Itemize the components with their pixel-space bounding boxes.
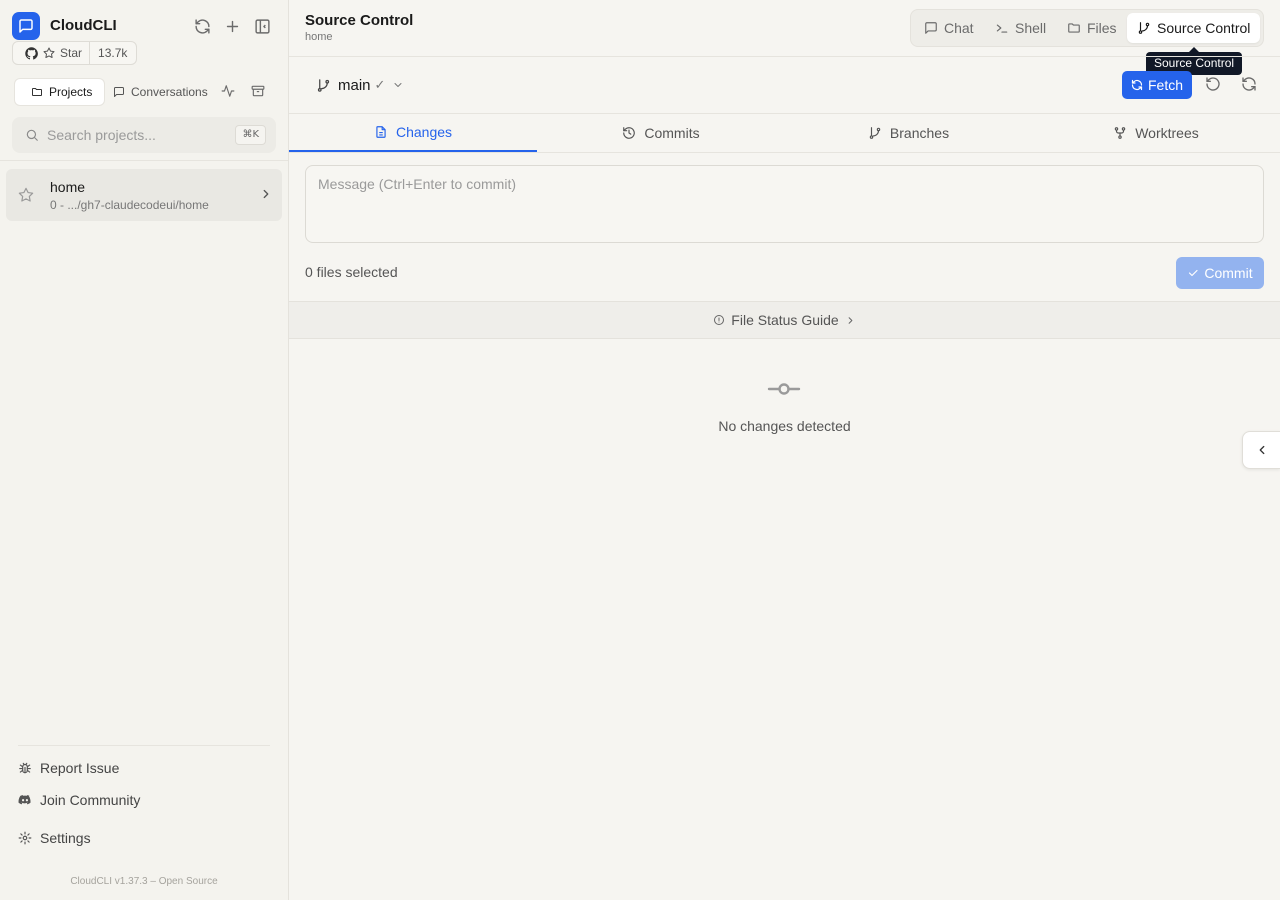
tab-commits-label: Commits <box>644 125 700 141</box>
expand-panel-button[interactable] <box>1242 431 1280 469</box>
github-star-button[interactable]: Star 13.7k <box>12 41 137 65</box>
sidebar: CloudCLI Star 13.7k Projects Conversatio… <box>0 0 289 900</box>
fetch-label: Fetch <box>1147 77 1183 93</box>
star-label: Star <box>60 46 83 60</box>
check-icon <box>1187 267 1199 279</box>
undo-icon[interactable] <box>1205 76 1223 94</box>
tab-chat[interactable]: Chat <box>914 13 984 43</box>
file-icon <box>374 125 388 139</box>
git-branch-icon <box>316 78 331 93</box>
tab-source-control[interactable]: Source Control <box>1127 13 1261 43</box>
git-commit-icon <box>767 381 801 397</box>
git-fork-icon <box>1113 126 1127 140</box>
sidebar-tabs: Projects Conversations <box>12 77 277 107</box>
chevron-left-icon <box>1255 443 1269 457</box>
tab-projects[interactable]: Projects <box>14 78 105 106</box>
page-title: Source Control <box>305 12 414 29</box>
branch-status: ✓ <box>374 77 386 92</box>
app-logo <box>12 12 40 40</box>
star-count: 13.7k <box>98 46 128 60</box>
settings-label: Settings <box>40 830 91 846</box>
branch-name: main <box>338 76 371 94</box>
divider <box>289 56 1280 57</box>
search-shortcut: ⌘K <box>235 125 266 145</box>
tab-worktrees[interactable]: Worktrees <box>1032 114 1280 152</box>
page-subtitle: home <box>305 31 333 43</box>
chevron-down-icon <box>392 79 404 91</box>
chevron-right-icon <box>259 187 273 201</box>
search-projects: ⌘K <box>12 117 276 153</box>
gear-icon <box>18 831 32 845</box>
tab-changes[interactable]: Changes <box>289 114 537 152</box>
archive-icon[interactable] <box>251 84 267 100</box>
project-name: home <box>50 179 86 195</box>
search-input[interactable] <box>47 125 227 145</box>
divider <box>0 160 288 161</box>
version-text: CloudCLI v1.37.3 – Open Source <box>70 876 218 887</box>
history-icon <box>622 126 636 140</box>
view-tabs: Chat Shell Files Source Control <box>910 9 1264 47</box>
files-selected-count: 0 files selected <box>305 264 398 280</box>
divider <box>289 152 1280 153</box>
divider <box>18 745 270 746</box>
tab-source-control-label: Source Control <box>1157 20 1251 36</box>
star-icon <box>43 47 55 59</box>
message-icon <box>924 21 938 35</box>
terminal-icon <box>995 21 1009 35</box>
tab-branches[interactable]: Branches <box>785 114 1032 152</box>
tab-files-label: Files <box>1087 20 1117 36</box>
tab-shell-label: Shell <box>1015 20 1047 36</box>
github-icon <box>25 46 38 60</box>
tab-conversations-label: Conversations <box>131 85 208 99</box>
git-branch-icon <box>868 126 882 140</box>
tab-files[interactable]: Files <box>1057 13 1127 43</box>
project-meta: 0 - .../gh7-claudecodeui/home <box>50 198 209 212</box>
collapse-sidebar-icon[interactable] <box>253 17 271 35</box>
tab-conversations[interactable]: Conversations <box>113 78 213 106</box>
folder-icon <box>31 86 43 98</box>
search-icon <box>25 128 39 142</box>
refresh-icon <box>1131 79 1143 91</box>
tab-shell[interactable]: Shell <box>985 13 1056 43</box>
settings-link[interactable]: Settings <box>18 827 91 849</box>
tab-changes-label: Changes <box>395 124 453 140</box>
folder-icon <box>1067 21 1081 35</box>
tab-branches-label: Branches <box>889 125 950 141</box>
info-icon <box>713 314 725 326</box>
message-icon <box>113 86 125 98</box>
main-panel: Source Control home Chat Shell Files Sou… <box>289 0 1280 900</box>
refresh-icon[interactable] <box>1241 76 1259 94</box>
discord-icon <box>18 793 32 807</box>
app-name: CloudCLI <box>50 17 117 34</box>
report-issue-label: Report Issue <box>40 760 120 776</box>
file-status-guide-toggle[interactable]: File Status Guide <box>289 301 1280 339</box>
join-community-link[interactable]: Join Community <box>18 789 140 811</box>
activity-icon[interactable] <box>221 84 237 100</box>
commit-button[interactable]: Commit <box>1176 257 1264 289</box>
star-icon[interactable] <box>18 187 34 203</box>
tab-projects-label: Projects <box>49 85 93 99</box>
report-issue-link[interactable]: Report Issue <box>18 757 119 779</box>
branch-selector[interactable]: main ✓ <box>316 74 404 96</box>
plus-icon[interactable] <box>223 17 241 35</box>
commit-label: Commit <box>1204 265 1253 281</box>
chevron-right-icon <box>845 315 856 326</box>
empty-state-text: No changes detected <box>718 418 851 434</box>
commit-message-input[interactable] <box>318 176 1248 234</box>
file-status-guide-label: File Status Guide <box>731 312 839 328</box>
bug-icon <box>18 761 32 775</box>
commit-message-box <box>305 165 1264 243</box>
fetch-button[interactable]: Fetch <box>1122 71 1192 99</box>
join-community-label: Join Community <box>40 792 141 808</box>
git-branch-icon <box>1137 21 1151 35</box>
tab-commits[interactable]: Commits <box>537 114 785 152</box>
project-item-home[interactable]: home 0 - .../gh7-claudecodeui/home <box>6 169 282 221</box>
tab-chat-label: Chat <box>944 20 974 36</box>
tab-worktrees-label: Worktrees <box>1135 125 1199 141</box>
refresh-icon[interactable] <box>193 17 211 35</box>
